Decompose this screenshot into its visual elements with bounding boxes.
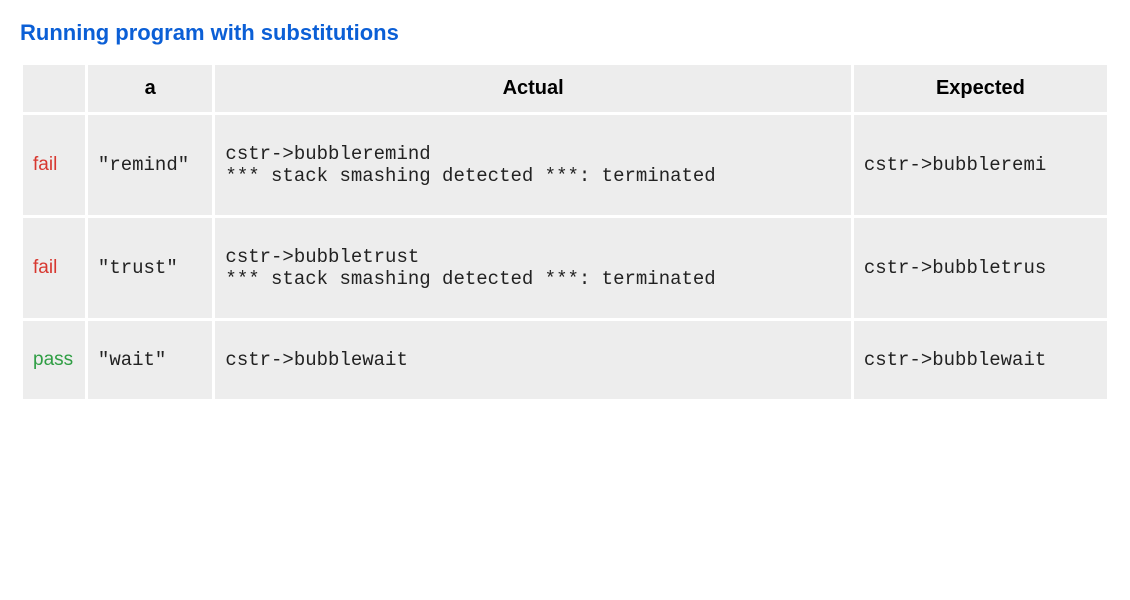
expected-cell: cstr->bubbletrus [854, 218, 1107, 318]
actual-cell: cstr->bubblewait [215, 321, 850, 399]
col-header-status [23, 65, 85, 112]
table-row: pass "wait" cstr->bubblewait cstr->bubbl… [23, 321, 1107, 399]
col-header-expected: Expected [854, 65, 1107, 112]
table-row: fail "remind" cstr->bubbleremind *** sta… [23, 115, 1107, 215]
a-cell: "remind" [88, 115, 213, 215]
col-header-actual: Actual [215, 65, 850, 112]
section-title: Running program with substitutions [20, 20, 1110, 46]
table-header-row: a Actual Expected [23, 65, 1107, 112]
expected-cell: cstr->bubblewait [854, 321, 1107, 399]
col-header-a: a [88, 65, 213, 112]
actual-cell: cstr->bubbletrust *** stack smashing det… [215, 218, 850, 318]
table-row: fail "trust" cstr->bubbletrust *** stack… [23, 218, 1107, 318]
status-cell: pass [23, 321, 85, 399]
a-cell: "trust" [88, 218, 213, 318]
status-cell: fail [23, 115, 85, 215]
results-table: a Actual Expected fail "remind" cstr->bu… [20, 62, 1110, 402]
actual-cell: cstr->bubbleremind *** stack smashing de… [215, 115, 850, 215]
expected-cell: cstr->bubbleremi [854, 115, 1107, 215]
a-cell: "wait" [88, 321, 213, 399]
status-cell: fail [23, 218, 85, 318]
